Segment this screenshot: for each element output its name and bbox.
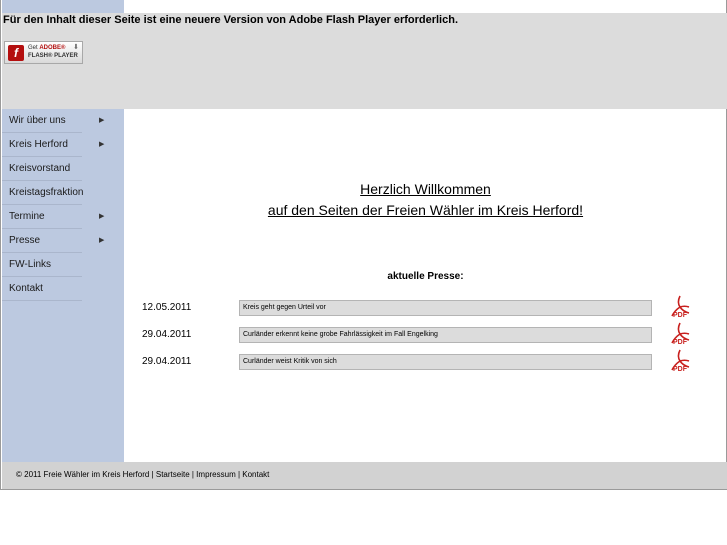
press-date: 12.05.2011 (142, 302, 192, 313)
press-heading: aktuelle Presse: (387, 271, 464, 282)
main-content: Herzlich Willkommen auf den Seiten der F… (124, 109, 727, 462)
menu-divider (2, 300, 82, 301)
sidebar-item-label: FW-Links (9, 259, 52, 270)
pdf-icon[interactable]: PDF (669, 295, 691, 319)
press-date: 29.04.2011 (142, 356, 192, 367)
press-row: 12.05.2011 Kreis geht gegen Urteil vor P… (124, 295, 727, 321)
flash-badge-line2: FLASH® PLAYER (28, 53, 78, 59)
sidebar-item-termine[interactable]: Termine ▶ (2, 205, 104, 229)
submenu-arrow-icon: ▶ (99, 237, 105, 244)
sidebar-item-label: Kreis Herford (9, 139, 68, 150)
top-accent-strip (2, 0, 124, 13)
flash-message: Für den Inhalt dieser Seite ist eine neu… (3, 14, 459, 26)
sidebar-item-wir-ueber-uns[interactable]: Wir über uns ▶ (2, 109, 104, 133)
sidebar-item-label: Wir über uns (9, 115, 66, 126)
press-row: 29.04.2011 Curländer erkennt keine grobe… (124, 322, 727, 348)
sidebar-item-kontakt[interactable]: Kontakt (2, 277, 82, 301)
submenu-arrow-icon: ▶ (99, 141, 105, 148)
sidebar-item-label: Termine (9, 211, 45, 222)
flash-badge-line1: Get ADOBE® (28, 45, 66, 51)
press-title-link[interactable]: Curländer erkennt keine grobe Fahrlässig… (239, 327, 652, 343)
svg-text:PDF: PDF (673, 312, 688, 319)
page-frame: Für den Inhalt dieser Seite ist eine neu… (0, 0, 727, 490)
sidebar-item-label: Kreistagsfraktion (9, 187, 84, 198)
pdf-icon[interactable]: PDF (669, 349, 691, 373)
sidebar-item-presse[interactable]: Presse ▶ (2, 229, 104, 253)
sidebar-item-kreistagsfraktion[interactable]: Kreistagsfraktion (2, 181, 84, 205)
press-date: 29.04.2011 (142, 329, 192, 340)
welcome-heading-line1: Herzlich Willkommen (360, 181, 491, 197)
svg-text:PDF: PDF (673, 366, 688, 373)
welcome-heading-line2: auf den Seiten der Freien Wähler im Krei… (267, 202, 584, 218)
sidebar-nav: Wir über uns ▶ Kreis Herford ▶ Kreisvors… (2, 109, 124, 462)
download-arrow-icon: ⬇ (73, 44, 79, 51)
sidebar-item-label: Kontakt (9, 283, 43, 294)
sidebar-item-kreisvorstand[interactable]: Kreisvorstand (2, 157, 82, 181)
press-title-link[interactable]: Curländer weist Kritik von sich (239, 354, 652, 370)
svg-text:PDF: PDF (673, 339, 688, 346)
get-flash-player-button[interactable]: f Get ADOBE® FLASH® PLAYER ⬇ (4, 41, 83, 64)
sidebar-item-fw-links[interactable]: FW-Links (2, 253, 82, 277)
press-title-link[interactable]: Kreis geht gegen Urteil vor (239, 300, 652, 316)
sidebar-item-label: Kreisvorstand (9, 163, 71, 174)
sidebar-item-label: Presse (9, 235, 41, 246)
submenu-arrow-icon: ▶ (99, 213, 105, 220)
footer: © 2011 Freie Wähler im Kreis Herford | S… (2, 462, 727, 489)
submenu-arrow-icon: ▶ (99, 117, 105, 124)
flash-logo-icon: f (8, 45, 24, 61)
flash-notice: Für den Inhalt dieser Seite ist eine neu… (2, 13, 727, 109)
pdf-icon[interactable]: PDF (669, 322, 691, 346)
sidebar-item-kreis-herford[interactable]: Kreis Herford ▶ (2, 133, 104, 157)
footer-text[interactable]: © 2011 Freie Wähler im Kreis Herford | S… (16, 470, 269, 479)
press-row: 29.04.2011 Curländer weist Kritik von si… (124, 349, 727, 375)
